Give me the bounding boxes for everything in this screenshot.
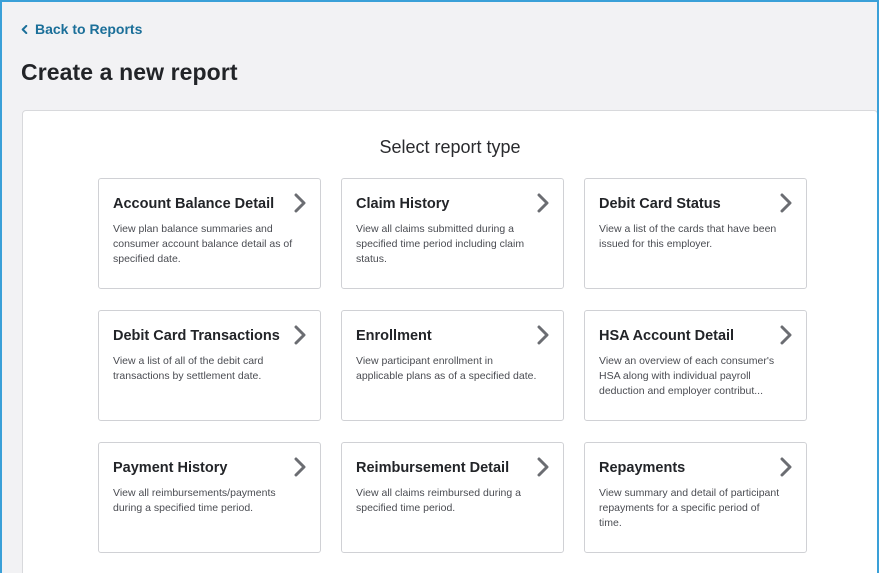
chevron-right-icon — [294, 457, 306, 477]
report-card-description: View all reimbursements/payments during … — [113, 487, 276, 514]
chevron-right-icon — [780, 457, 792, 477]
report-card-description: View a list of all of the debit card tra… — [113, 355, 264, 382]
report-card-title: Account Balance Detail — [113, 196, 275, 212]
report-card-title: Repayments — [599, 460, 686, 476]
report-card-reimbursement-detail[interactable]: Reimbursement Detail View all claims rei… — [341, 442, 564, 553]
chevron-right-icon — [537, 193, 549, 213]
report-card-title: Debit Card Status — [599, 196, 721, 212]
chevron-left-icon — [21, 24, 28, 34]
chevron-right-icon — [537, 325, 549, 345]
chevron-right-icon — [537, 457, 549, 477]
report-card-debit-card-transactions[interactable]: Debit Card Transactions View a list of a… — [98, 310, 321, 421]
report-card-title: HSA Account Detail — [599, 328, 735, 344]
report-card-description: View summary and detail of participant r… — [599, 487, 780, 529]
report-card-hsa-account-detail[interactable]: HSA Account Detail View an overview of e… — [584, 310, 807, 421]
chevron-right-icon — [294, 193, 306, 213]
report-card-repayments[interactable]: Repayments View summary and detail of pa… — [584, 442, 807, 553]
report-card-title: Debit Card Transactions — [113, 328, 280, 344]
report-card-description: View participant enrollment in applicabl… — [356, 355, 537, 382]
report-type-panel: Select report type Account Balance Detai… — [22, 110, 877, 573]
page-title: Create a new report — [21, 59, 238, 85]
report-card-description: View all claims reimbursed during a spec… — [356, 487, 521, 514]
report-card-description: View a list of the cards that have been … — [599, 223, 777, 250]
report-card-account-balance-detail[interactable]: Account Balance Detail View plan balance… — [98, 178, 321, 289]
report-card-description: View all claims submitted during a speci… — [356, 223, 525, 265]
report-type-grid: Account Balance Detail View plan balance… — [98, 178, 807, 553]
chevron-right-icon — [780, 193, 792, 213]
page-frame: Back to Reports Create a new report Sele… — [0, 0, 879, 573]
report-card-title: Claim History — [356, 196, 450, 212]
back-link-label[interactable]: Back to Reports — [35, 21, 142, 37]
report-card-title: Reimbursement Detail — [356, 460, 510, 476]
report-card-title: Payment History — [113, 460, 228, 476]
report-card-description: View plan balance summaries and consumer… — [113, 223, 293, 265]
chevron-right-icon — [780, 325, 792, 345]
back-to-reports-link[interactable]: Back to Reports — [20, 21, 142, 37]
report-card-enrollment[interactable]: Enrollment View participant enrollment i… — [341, 310, 564, 421]
chevron-right-icon — [294, 325, 306, 345]
report-card-claim-history[interactable]: Claim History View all claims submitted … — [341, 178, 564, 289]
section-heading: Select report type — [379, 137, 521, 157]
report-card-description: View an overview of each consumer's HSA … — [599, 355, 775, 397]
report-card-debit-card-status[interactable]: Debit Card Status View a list of the car… — [584, 178, 807, 289]
report-card-payment-history[interactable]: Payment History View all reimbursements/… — [98, 442, 321, 553]
report-card-title: Enrollment — [356, 328, 432, 344]
